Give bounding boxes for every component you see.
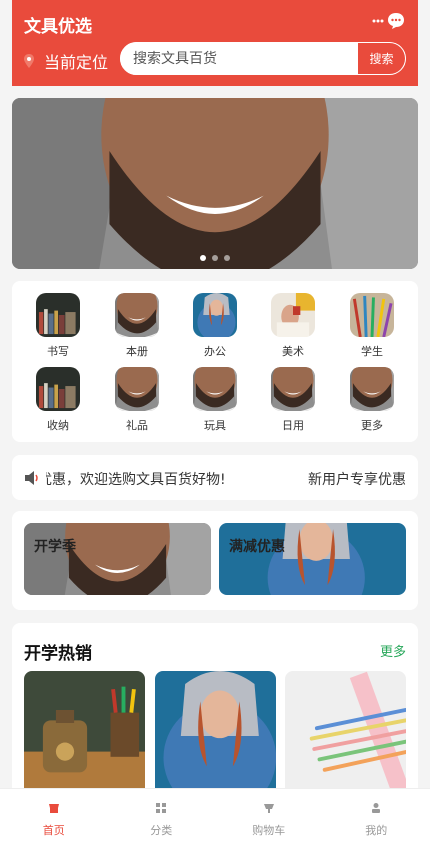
cart-icon <box>263 802 275 814</box>
category-image <box>36 367 80 411</box>
carousel-dot[interactable] <box>200 255 206 261</box>
more-dots-icon[interactable] <box>372 17 384 25</box>
product-image <box>285 671 406 801</box>
tab-label: 首页 <box>42 824 65 837</box>
category-item[interactable]: 更多 <box>342 367 402 433</box>
tab-home[interactable]: 首页 <box>0 789 108 844</box>
notice-bar[interactable]: 享优惠，欢迎选购文具百货好物! 新用户专享优惠 <box>12 455 418 500</box>
tab-cart[interactable]: 购物车 <box>215 789 323 844</box>
category-label: 书写 <box>47 345 69 358</box>
carousel-indicator <box>12 255 418 261</box>
location-pin-icon <box>24 54 34 68</box>
category-item[interactable]: 书写 <box>28 293 88 359</box>
category-item[interactable]: 玩具 <box>185 367 245 433</box>
search-bar: 搜索 <box>120 42 406 75</box>
category-label: 美术 <box>282 345 304 358</box>
category-item[interactable]: 收纳 <box>28 367 88 433</box>
category-item[interactable]: 日用 <box>263 367 323 433</box>
category-image <box>350 367 394 411</box>
promo-card-back-to-school[interactable]: 开学季 <box>24 523 211 595</box>
new-user-offer-link[interactable]: 新用户专享优惠 <box>308 469 406 489</box>
category-image <box>115 293 159 337</box>
category-label: 玩具 <box>204 419 226 432</box>
message-icon[interactable] <box>386 11 406 31</box>
category-label: 礼品 <box>126 419 148 432</box>
app-header: 文具优选 当前定位 搜索 <box>12 0 418 86</box>
location-selector[interactable]: 当前定位 <box>24 49 108 73</box>
product-card[interactable] <box>24 671 145 801</box>
promo-label: 满减优惠 <box>229 539 285 555</box>
category-label: 日用 <box>282 419 304 432</box>
promo-label: 开学季 <box>34 539 76 555</box>
category-item[interactable]: 礼品 <box>107 367 167 433</box>
product-card[interactable] <box>285 671 406 801</box>
carousel-dot[interactable] <box>224 255 230 261</box>
category-item[interactable]: 美术 <box>263 293 323 359</box>
banner-carousel[interactable] <box>12 98 418 269</box>
category-image <box>193 367 237 411</box>
category-image <box>193 293 237 337</box>
tab-label: 我的 <box>365 824 388 837</box>
category-label: 办公 <box>204 345 226 358</box>
product-image <box>155 671 276 801</box>
grid-icon <box>155 802 167 814</box>
category-image <box>271 293 315 337</box>
product-card[interactable] <box>155 671 276 801</box>
app-title: 文具优选 <box>24 17 92 37</box>
hot-sellers-section: 开学热销 更多 <box>12 623 418 813</box>
category-image <box>350 293 394 337</box>
promo-card-discount[interactable]: 满减优惠 <box>219 523 406 595</box>
category-label: 收纳 <box>47 419 69 432</box>
tab-profile[interactable]: 我的 <box>323 789 430 844</box>
section-title: 开学热销 <box>24 644 92 664</box>
speaker-icon <box>24 470 40 486</box>
more-link[interactable]: 更多 <box>380 641 406 660</box>
product-image <box>24 671 145 801</box>
tab-category[interactable]: 分类 <box>108 789 216 844</box>
promo-section: 开学季 满减优惠 <box>12 511 418 610</box>
search-button[interactable]: 搜索 <box>358 42 406 75</box>
tab-label: 购物车 <box>252 824 286 837</box>
category-image <box>36 293 80 337</box>
category-label: 学生 <box>361 345 383 358</box>
category-item[interactable]: 学生 <box>342 293 402 359</box>
home-icon <box>48 802 60 814</box>
search-input[interactable] <box>120 42 358 75</box>
user-icon <box>370 802 382 814</box>
carousel-dot[interactable] <box>212 255 218 261</box>
bottom-tab-bar: 首页 分类 购物车 我的 <box>0 788 430 844</box>
promo-image <box>219 523 406 595</box>
category-grid: 书写 本册 办公 美术 学生 收纳 礼品 玩具 日用 更多 <box>12 281 418 442</box>
tab-label: 分类 <box>150 824 173 837</box>
banner-image <box>12 98 418 269</box>
header-actions <box>372 11 406 31</box>
category-image <box>271 367 315 411</box>
location-label: 当前定位 <box>44 53 109 72</box>
promo-image <box>24 523 211 595</box>
category-item[interactable]: 本册 <box>107 293 167 359</box>
notice-marquee: 享优惠，欢迎选购文具百货好物! <box>46 469 271 489</box>
category-item[interactable]: 办公 <box>185 293 245 359</box>
category-label: 本册 <box>126 345 148 358</box>
category-label: 更多 <box>361 419 383 432</box>
notice-text: 享优惠，欢迎选购文具百货好物! <box>46 472 226 488</box>
category-image <box>115 367 159 411</box>
